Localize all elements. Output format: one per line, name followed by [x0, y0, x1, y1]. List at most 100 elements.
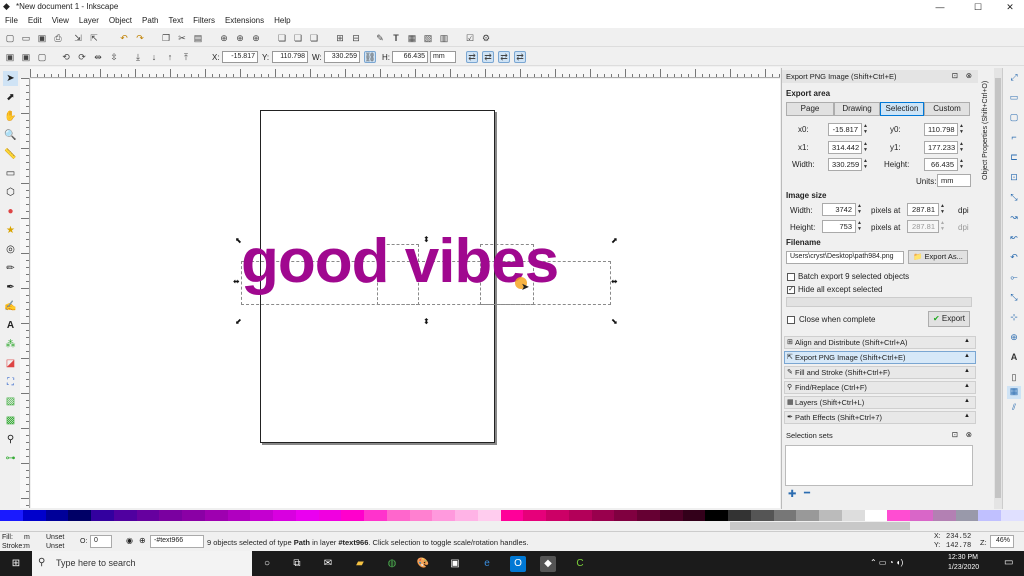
- snap-intersection-icon[interactable]: ↜: [1007, 232, 1021, 245]
- palette-swatch[interactable]: [182, 510, 205, 521]
- x1-input[interactable]: 314.442: [828, 141, 862, 154]
- save-icon[interactable]: ▣: [36, 32, 48, 44]
- palette-swatch[interactable]: [500, 510, 524, 521]
- snap-rotation-icon[interactable]: ⊕: [1007, 332, 1021, 345]
- palette-swatch[interactable]: [227, 510, 251, 521]
- img-height-input[interactable]: 753: [822, 220, 856, 233]
- pencil-tool-icon[interactable]: ✏: [3, 261, 18, 276]
- node-tool-icon[interactable]: ⬈: [3, 90, 18, 105]
- unlink-clone-icon[interactable]: ❏: [308, 32, 320, 44]
- open-icon[interactable]: ▭: [20, 32, 32, 44]
- scale-handle-right[interactable]: ⬌: [611, 277, 618, 286]
- docked-find-replace[interactable]: ⚲ Find/Replace (Ctrl+F) ▲: [784, 381, 976, 394]
- palette-swatch[interactable]: [523, 510, 546, 521]
- palette-swatch[interactable]: [159, 510, 182, 521]
- palette-swatch[interactable]: [910, 510, 933, 521]
- text-tool-icon[interactable]: A: [3, 318, 18, 333]
- panel-scroll-thumb[interactable]: [995, 78, 1001, 498]
- canvas-horizontal-scrollbar[interactable]: [0, 521, 1024, 531]
- area-height-spinner[interactable]: ▲ ▼: [958, 158, 965, 171]
- menu-file[interactable]: File: [0, 14, 23, 25]
- color-palette[interactable]: [0, 510, 1024, 521]
- redo-icon[interactable]: ↷: [134, 32, 146, 44]
- menu-extensions[interactable]: Extensions: [220, 14, 269, 25]
- horizontal-scroll-thumb[interactable]: [730, 522, 910, 530]
- palette-swatch[interactable]: [864, 510, 888, 521]
- snap-bbox-center-icon[interactable]: ⊡: [1007, 172, 1021, 185]
- snap-nodes-icon[interactable]: ⤡: [1007, 192, 1021, 205]
- sets-iconify-icon[interactable]: ⊡: [952, 430, 958, 439]
- img-height-spinner[interactable]: ▲ ▼: [856, 220, 863, 233]
- palette-swatch[interactable]: [705, 510, 728, 521]
- panel-close-icon[interactable]: ⊗: [966, 71, 972, 80]
- docked-layers[interactable]: ▦ Layers (Shift+Ctrl+L) ▲: [784, 396, 976, 409]
- palette-swatch[interactable]: [386, 510, 410, 521]
- xml-editor-icon[interactable]: ▧: [422, 32, 434, 44]
- palette-swatch[interactable]: [773, 510, 797, 521]
- sets-close-icon[interactable]: ⊗: [966, 430, 972, 439]
- menu-layer[interactable]: Layer: [74, 14, 104, 25]
- text-font-icon[interactable]: T: [390, 32, 402, 44]
- unit-select[interactable]: mm: [430, 51, 456, 63]
- canvas[interactable]: good vibes ⬉ ⬍ ⬈ ⬌ ⬌ ⬋ ⬍ ⬊ ➤: [31, 79, 780, 508]
- area-selection-button[interactable]: Selection: [880, 102, 924, 116]
- measure-tool-icon[interactable]: 📏: [3, 147, 18, 162]
- palette-swatch[interactable]: [819, 510, 842, 521]
- system-tray-icons[interactable]: ⌃ ▭ ◔ ◖): [870, 558, 903, 567]
- snap-bbox-midpoint-icon[interactable]: ⊏: [1007, 152, 1021, 165]
- menu-help[interactable]: Help: [269, 14, 295, 25]
- ungroup-icon[interactable]: ⊟: [350, 32, 362, 44]
- scale-handle-bottom-right[interactable]: ⬊: [611, 317, 618, 326]
- palette-swatch[interactable]: [659, 510, 683, 521]
- taskbar-search-box[interactable]: ⚲ Type here to search: [32, 551, 252, 576]
- mail-icon[interactable]: ✉: [320, 556, 336, 572]
- snap-smooth-icon[interactable]: ⟜: [1007, 272, 1021, 285]
- hide-all-checkbox[interactable]: ✓: [787, 286, 795, 294]
- task-view-icon[interactable]: ⧉: [289, 556, 305, 572]
- fill-stroke-icon[interactable]: ✎: [374, 32, 386, 44]
- paste-icon[interactable]: ▤: [192, 32, 204, 44]
- group-icon[interactable]: ⊞: [334, 32, 346, 44]
- star-tool-icon[interactable]: ★: [3, 223, 18, 238]
- palette-swatch[interactable]: [136, 510, 160, 521]
- palette-swatch[interactable]: [614, 510, 637, 521]
- preferences-icon[interactable]: ⚙: [480, 32, 492, 44]
- new-document-icon[interactable]: ▢: [4, 32, 16, 44]
- area-page-button[interactable]: Page: [786, 102, 834, 116]
- snap-guide-icon[interactable]: ⫽: [1007, 402, 1021, 415]
- palette-swatch[interactable]: [546, 510, 569, 521]
- spray-tool-icon[interactable]: ⁂: [3, 337, 18, 352]
- duplicate-icon[interactable]: ❏: [276, 32, 288, 44]
- rotate-cw-icon[interactable]: ⟳: [76, 51, 88, 63]
- maximize-button[interactable]: ☐: [968, 1, 988, 13]
- palette-swatch[interactable]: [932, 510, 956, 521]
- filename-input[interactable]: Users\cryst\Desktop\path984.png: [786, 251, 904, 264]
- y1-input[interactable]: 177.233: [924, 141, 958, 154]
- palette-swatch[interactable]: [91, 510, 114, 521]
- palette-swatch[interactable]: [295, 510, 319, 521]
- selector-tool-icon[interactable]: ➤: [3, 71, 18, 86]
- export-icon[interactable]: ⇱: [88, 32, 100, 44]
- mesh-tool-icon[interactable]: ▩: [3, 413, 18, 428]
- layers-icon[interactable]: ▦: [406, 32, 418, 44]
- snap-bbox-corner-icon[interactable]: ⌐: [1007, 132, 1021, 145]
- raise-top-icon[interactable]: ⤒: [180, 51, 192, 63]
- layer-select[interactable]: -#text966: [150, 535, 204, 548]
- palette-swatch[interactable]: [455, 510, 478, 521]
- scale-corners-icon[interactable]: ⇄: [482, 51, 494, 63]
- palette-swatch[interactable]: [750, 510, 774, 521]
- palette-swatch[interactable]: [113, 510, 137, 521]
- area-width-input[interactable]: 330.259: [828, 158, 862, 171]
- h-input[interactable]: 66.435: [392, 51, 428, 63]
- ellipse-tool-icon[interactable]: ●: [3, 204, 18, 219]
- docked-align-distribute[interactable]: ⊞ Align and Distribute (Shift+Ctrl+A) ▲: [784, 336, 976, 349]
- notifications-icon[interactable]: ▭: [1004, 557, 1013, 568]
- x1-spinner[interactable]: ▲ ▼: [862, 141, 869, 154]
- palette-swatch[interactable]: [0, 510, 23, 521]
- close-button[interactable]: ✕: [1000, 1, 1020, 13]
- palette-swatch[interactable]: [318, 510, 342, 521]
- export-as-button[interactable]: 📁 Export As...: [908, 250, 968, 264]
- cortana-icon[interactable]: ○: [259, 556, 275, 572]
- copy-icon[interactable]: ❐: [160, 32, 172, 44]
- palette-swatch[interactable]: [477, 510, 501, 521]
